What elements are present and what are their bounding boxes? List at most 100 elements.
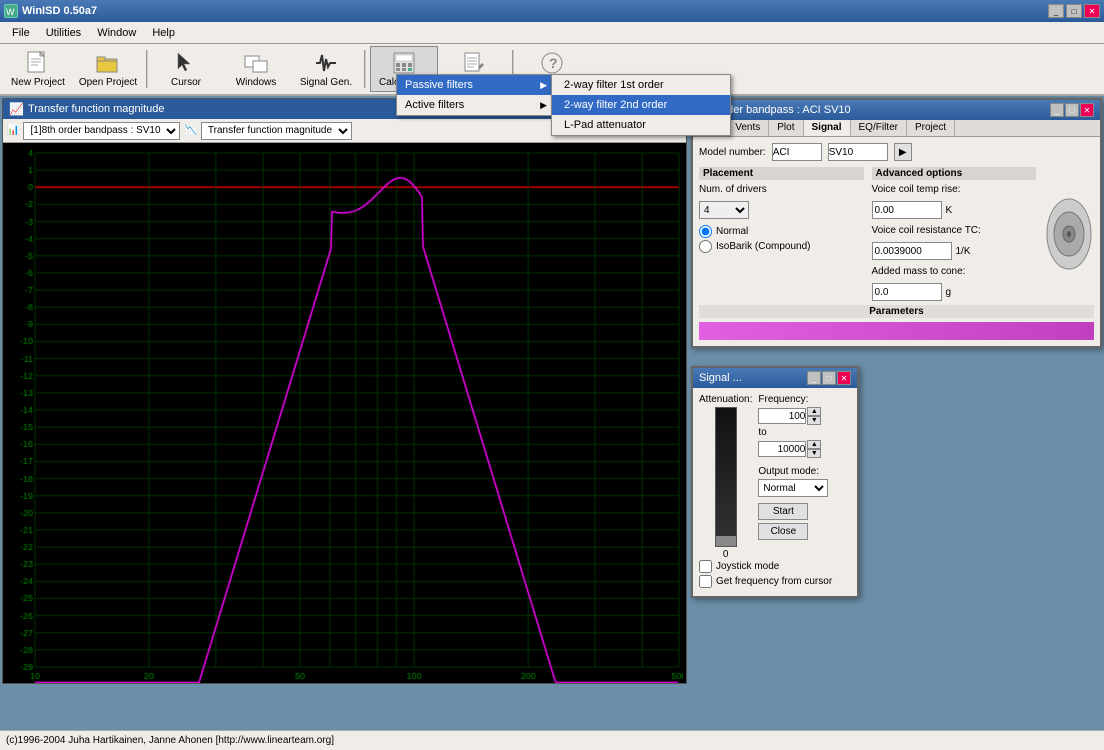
voice-coil-res-input-row: 1/K: [872, 242, 1037, 260]
normal-radio[interactable]: [699, 225, 712, 238]
bandpass-maximize[interactable]: □: [1065, 103, 1079, 117]
model-row: Model number: ▶: [699, 143, 1094, 161]
attenuation-area: Attenuation: 0: [699, 394, 752, 560]
isobarik-radio-row: IsoBarik (Compound): [699, 240, 864, 253]
voice-coil-temp-input-row: K: [872, 201, 1037, 219]
freq-to-down[interactable]: ▼: [807, 449, 821, 458]
menu-window[interactable]: Window: [89, 25, 144, 41]
added-mass-input[interactable]: [872, 283, 942, 301]
bandpass-close[interactable]: ✕: [1080, 103, 1094, 117]
speaker-svg: [1045, 194, 1093, 274]
graph-panel-header: 📈 Transfer function magnitude: [3, 99, 686, 119]
signal-title: Signal ...: [699, 372, 742, 384]
active-filters-item[interactable]: Active filters ▶: [397, 95, 555, 115]
graph-panel-icon: 📈: [9, 102, 24, 116]
function-select[interactable]: Transfer function magnitude: [201, 122, 352, 140]
minimize-button[interactable]: _: [1048, 4, 1064, 18]
added-mass-unit: g: [946, 287, 952, 298]
added-mass-label: Added mass to cone:: [872, 266, 966, 277]
cursor-label: Get frequency from cursor: [716, 576, 832, 587]
freq-to-label: to: [758, 427, 851, 438]
title-bar-controls: _ □ ✕: [1048, 4, 1100, 18]
tab-project[interactable]: Project: [907, 120, 955, 136]
joystick-checkbox[interactable]: [699, 560, 712, 573]
new-project-icon: [26, 51, 50, 75]
open-project-button[interactable]: Open Project: [74, 46, 142, 92]
freq-to-input[interactable]: [758, 441, 806, 457]
output-mode-label: Output mode:: [758, 466, 851, 477]
main-area: 📈 Transfer function magnitude 📊 [1]8th o…: [0, 96, 1104, 686]
menu-utilities[interactable]: Utilities: [38, 25, 89, 41]
output-mode-select[interactable]: Normal: [758, 479, 828, 497]
freq-from-input[interactable]: [758, 408, 806, 424]
parameters-bar: [699, 322, 1094, 340]
calculators-icon: [392, 51, 416, 75]
voice-coil-res-input[interactable]: [872, 242, 952, 260]
graph-panel: 📈 Transfer function magnitude 📊 [1]8th o…: [2, 98, 687, 684]
voice-coil-temp-input[interactable]: [872, 201, 942, 219]
placement-section: Placement Num. of drivers 4 Normal: [699, 167, 864, 301]
status-text: (c)1996-2004 Juha Hartikainen, Janne Aho…: [6, 735, 334, 746]
voice-coil-res-label: Voice coil resistance TC:: [872, 225, 981, 236]
menu-file[interactable]: File: [4, 25, 38, 41]
isobarik-radio[interactable]: [699, 240, 712, 253]
windows-icon: [244, 51, 268, 75]
tab-vents[interactable]: Vents: [727, 120, 769, 136]
graph-panel-title: Transfer function magnitude: [28, 103, 165, 115]
svg-text:?: ?: [549, 55, 558, 71]
help-mode-icon: ?: [540, 51, 564, 75]
close-signal-button[interactable]: Close: [758, 523, 808, 540]
passive-filters-label: Passive filters: [405, 79, 473, 91]
graph-canvas-element: [3, 143, 683, 683]
windows-button[interactable]: Windows: [222, 46, 290, 92]
signal-restore[interactable]: □: [822, 371, 836, 385]
close-button[interactable]: ✕: [1084, 4, 1100, 18]
model-browse-button[interactable]: ▶: [894, 143, 912, 161]
attenuation-slider[interactable]: [715, 407, 737, 547]
graph-toolbar: 📊 [1]8th order bandpass : SV10 📉 Transfe…: [3, 119, 686, 143]
bandpass-tabs: Box Vents Plot Signal EQ/Filter Project: [693, 120, 1100, 137]
status-bar: (c)1996-2004 Juha Hartikainen, Janne Aho…: [0, 730, 1104, 750]
open-project-icon: [96, 51, 120, 75]
model-input[interactable]: [828, 143, 888, 161]
right-panel: 8th order bandpass : ACI SV10 _ □ ✕ Box …: [689, 96, 1104, 686]
drivers-select-row: 4: [699, 201, 864, 219]
active-filters-label: Active filters: [405, 99, 464, 111]
num-drivers-select[interactable]: 4: [699, 201, 749, 219]
frequency-area: Frequency: ▲ ▼ to ▲: [758, 394, 851, 560]
menu-help[interactable]: Help: [144, 25, 183, 41]
signal-controls: _ □ ✕: [807, 371, 851, 385]
tab-signal[interactable]: Signal: [804, 120, 851, 136]
start-button[interactable]: Start: [758, 503, 808, 520]
freq-to-up[interactable]: ▲: [807, 440, 821, 449]
cursor-button[interactable]: Cursor: [152, 46, 220, 92]
passive-filters-item[interactable]: Passive filters ▶: [397, 75, 555, 95]
freq-from-up[interactable]: ▲: [807, 407, 821, 416]
bandpass-content: Model number: ▶ Placement Num. of driver…: [693, 137, 1100, 346]
joystick-checkbox-row: Joystick mode: [699, 560, 851, 573]
signal-window: Signal ... _ □ ✕ Attenuation:: [691, 366, 859, 598]
tab-plot[interactable]: Plot: [769, 120, 803, 136]
tab-eqfilter[interactable]: EQ/Filter: [851, 120, 907, 136]
bandpass-window: 8th order bandpass : ACI SV10 _ □ ✕ Box …: [691, 98, 1102, 348]
signal-buttons: Start Close: [758, 503, 851, 540]
bandpass-minimize[interactable]: _: [1050, 103, 1064, 117]
maximize-button[interactable]: □: [1066, 4, 1082, 18]
channel-select[interactable]: [1]8th order bandpass : SV10: [23, 122, 180, 140]
signal-minimize[interactable]: _: [807, 371, 821, 385]
svg-text:W: W: [6, 7, 15, 17]
signal-close[interactable]: ✕: [837, 371, 851, 385]
voice-coil-temp-row: Voice coil temp rise:: [872, 184, 1037, 195]
slider-thumb[interactable]: [716, 536, 736, 546]
brand-input[interactable]: [772, 143, 822, 161]
num-drivers-row: Num. of drivers: [699, 184, 864, 195]
signal-gen-label: Signal Gen.: [300, 77, 352, 88]
new-project-button[interactable]: New Project: [4, 46, 72, 92]
signal-gen-button[interactable]: Signal Gen.: [292, 46, 360, 92]
freq-from-down[interactable]: ▼: [807, 416, 821, 425]
normal-label: Normal: [716, 226, 748, 237]
toolbar-sep-1: [146, 50, 148, 88]
menu-bar: File Utilities Window Help: [0, 22, 1104, 44]
tab-box[interactable]: Box: [693, 120, 727, 136]
cursor-checkbox[interactable]: [699, 575, 712, 588]
